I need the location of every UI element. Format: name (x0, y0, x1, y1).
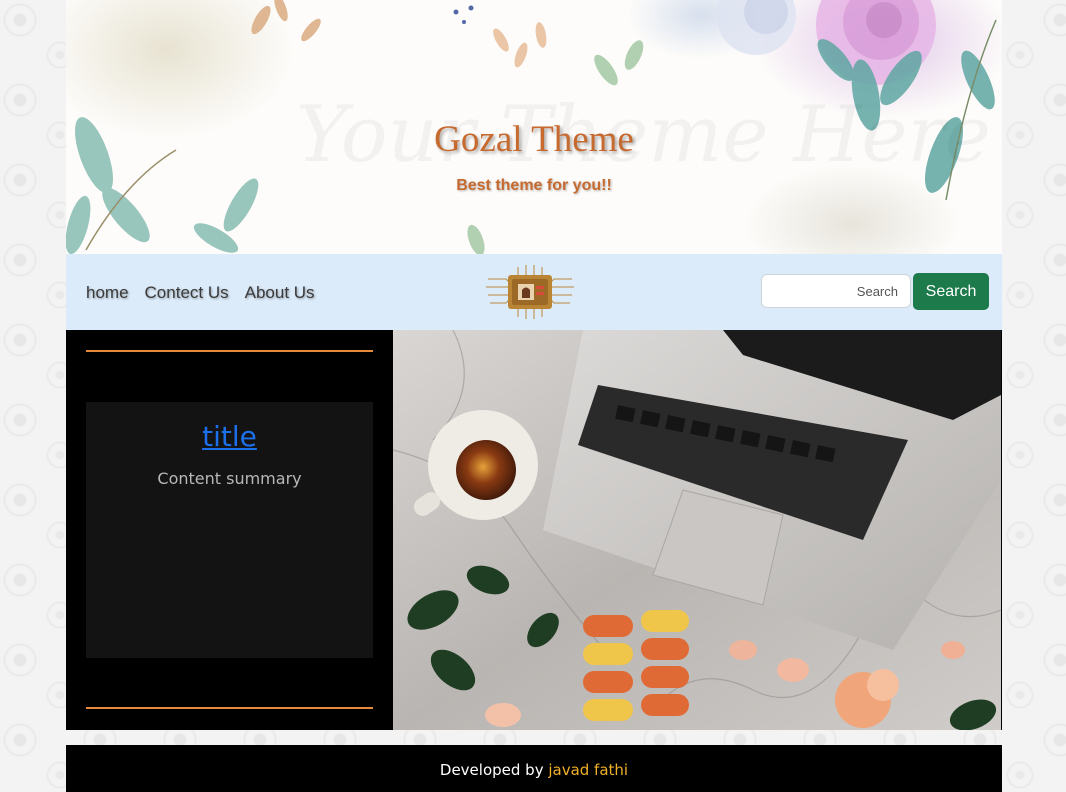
post-card: title Content summary (86, 402, 373, 658)
page-frame: Your Theme Here Gozal Theme Best theme f… (66, 0, 1002, 730)
footer-credit: Developed by javad fathi (440, 761, 628, 779)
search-form: Search (761, 273, 989, 310)
nav-link-home[interactable]: home (86, 283, 129, 303)
author-link[interactable]: javad fathi (548, 761, 628, 779)
nav-links: home Contect Us About Us (86, 283, 315, 303)
chip-logo-icon[interactable] (486, 265, 574, 319)
header-banner: Your Theme Here Gozal Theme Best theme f… (66, 0, 1002, 254)
divider (86, 707, 373, 709)
hero-image (393, 330, 1001, 730)
sidebar: title Content summary (66, 330, 393, 730)
post-summary: Content summary (157, 469, 302, 488)
site-title: Gozal Theme (434, 119, 634, 160)
footer-credit-prefix: Developed by (439, 761, 549, 779)
search-button[interactable]: Search (913, 273, 989, 310)
search-input[interactable] (761, 274, 911, 308)
post-title-link[interactable]: title (202, 420, 257, 453)
main-content: title Content summary (66, 330, 1002, 730)
site-tagline: Best theme for you!! (456, 177, 612, 194)
navbar: home Contect Us About Us Search (66, 254, 1002, 330)
nav-link-about[interactable]: About Us (245, 283, 315, 303)
nav-link-contact[interactable]: Contect Us (145, 283, 229, 303)
divider (86, 350, 373, 352)
footer: Developed by javad fathi (66, 745, 1002, 792)
